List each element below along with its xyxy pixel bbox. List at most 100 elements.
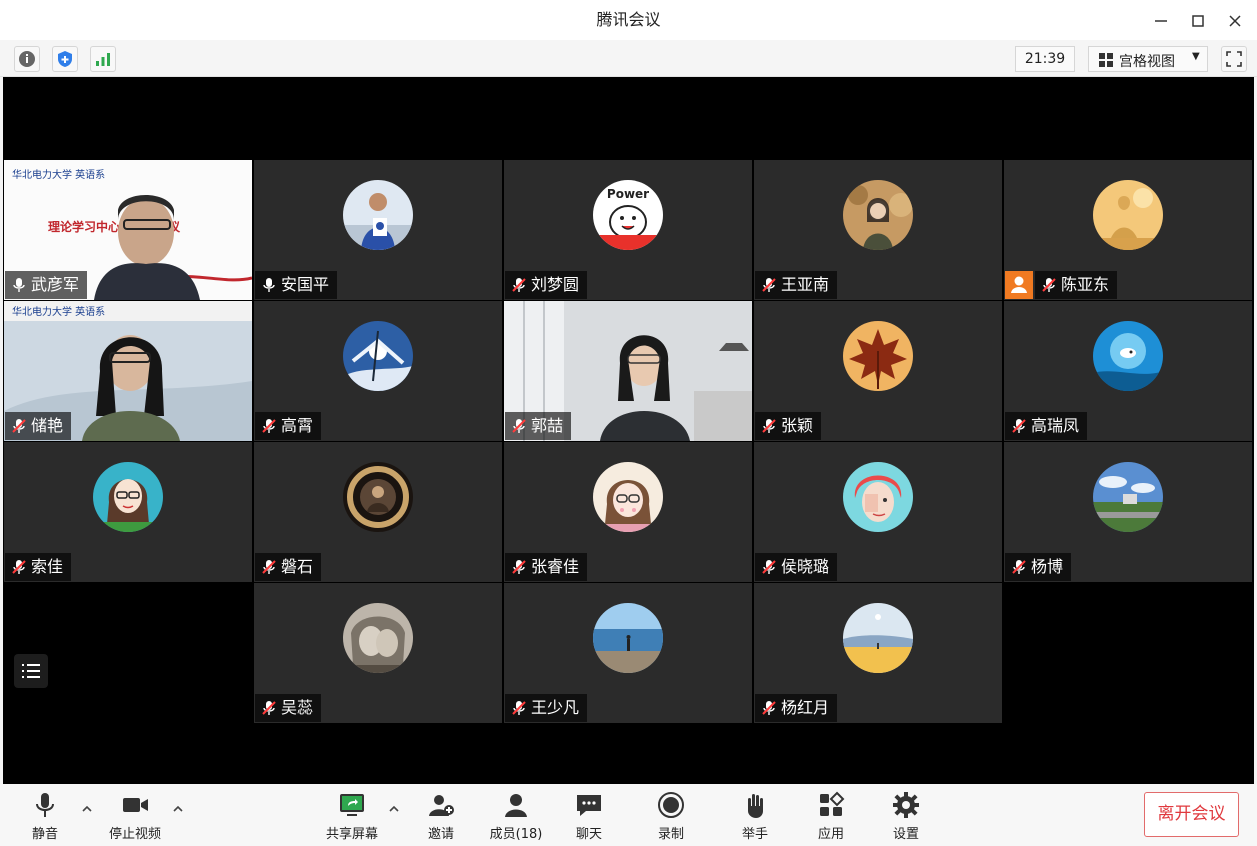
microphone-muted-icon xyxy=(512,701,526,715)
participant-name-tag: 刘梦圆 xyxy=(505,271,588,299)
silhouette-sunset-avatar xyxy=(1093,180,1163,250)
participant-name-tag: 郭喆 xyxy=(505,412,572,440)
microphone-icon xyxy=(36,793,54,817)
info-icon[interactable] xyxy=(14,46,40,72)
microphone-muted-icon xyxy=(762,560,776,574)
apps-grid-icon xyxy=(820,791,845,816)
view-mode-label: 宫格视图 xyxy=(1119,54,1175,70)
add-person-icon xyxy=(429,795,454,816)
landscape-avatar xyxy=(1093,462,1163,532)
fish-bowl-avatar xyxy=(1093,321,1163,391)
video-camera-icon xyxy=(123,798,148,812)
participant-tile-wurui[interactable]: 吴蕊 xyxy=(254,583,502,723)
participant-name-tag: 吴蕊 xyxy=(255,694,322,722)
participant-name-tag: 王亚南 xyxy=(755,271,838,299)
desert-moon-avatar xyxy=(843,603,913,673)
participant-tile-panshi[interactable]: 磐石 xyxy=(254,442,502,582)
participant-tile-yanghongyue[interactable]: 杨红月 xyxy=(754,583,1002,723)
microphone-muted-icon xyxy=(1012,560,1026,574)
participant-name-tag: 安国平 xyxy=(255,271,338,299)
minimize-icon[interactable] xyxy=(1150,10,1172,32)
participant-list-icon[interactable] xyxy=(14,654,48,688)
beach-person-avatar xyxy=(593,603,663,673)
participant-tile-liumengyuan[interactable]: Power 刘梦圆 xyxy=(504,160,752,300)
svg-text:华北电力大学 英语系: 华北电力大学 英语系 xyxy=(12,305,105,318)
snowy-tree-avatar xyxy=(343,321,413,391)
participant-tile-chuyan[interactable]: 华北电力大学 英语系 储艳 xyxy=(4,301,252,441)
participant-tile-wangshaofan[interactable]: 王少凡 xyxy=(504,583,752,723)
microphone-muted-icon xyxy=(12,419,26,433)
chat-icon xyxy=(577,795,601,816)
participant-name-tag: 储艳 xyxy=(5,412,72,440)
microphone-muted-icon xyxy=(512,560,526,574)
participant-name-tag: 索佳 xyxy=(5,553,72,581)
host-badge-icon xyxy=(1005,271,1033,299)
maximize-icon[interactable] xyxy=(1187,10,1209,32)
meeting-clock: 21:39 xyxy=(1015,46,1075,72)
participant-name-tag: 张颖 xyxy=(755,412,822,440)
meeting-info-bar: 21:39 宫格视图 ▼ xyxy=(0,40,1257,77)
raise-hand-button[interactable]: 举手 xyxy=(732,790,778,842)
fullscreen-icon[interactable] xyxy=(1221,46,1247,72)
beer-logo-avatar xyxy=(343,462,413,532)
microphone-icon xyxy=(13,278,25,292)
record-icon xyxy=(658,792,684,818)
video-options-chevron-icon[interactable] xyxy=(171,802,185,816)
video-grid: 华北电力大学 英语系 理论学习中心组学习会议 武彦军 安国平 Power 刘梦圆… xyxy=(3,77,1254,784)
microphone-icon xyxy=(263,278,275,292)
sketch-portrait-avatar xyxy=(343,603,413,673)
participant-name-tag: 武彦军 xyxy=(5,271,88,299)
participant-tile-anguoping[interactable]: 安国平 xyxy=(254,160,502,300)
participant-name-tag: 张睿佳 xyxy=(505,553,588,581)
participant-name-tag: 杨博 xyxy=(1005,553,1072,581)
microphone-muted-icon xyxy=(762,701,776,715)
share-options-chevron-icon[interactable] xyxy=(387,802,401,816)
signal-icon[interactable] xyxy=(90,46,116,72)
participant-tile-guozhe[interactable]: 郭喆 xyxy=(504,301,752,441)
participant-tile-chenyadong[interactable]: 陈亚东 xyxy=(1004,160,1252,300)
record-button[interactable]: 录制 xyxy=(648,790,694,842)
microphone-muted-icon xyxy=(762,278,776,292)
participant-tile-suojia[interactable]: 索佳 xyxy=(4,442,252,582)
apps-button[interactable]: 应用 xyxy=(808,790,854,842)
participant-name-tag: 侯晓璐 xyxy=(755,553,838,581)
chat-button[interactable]: 聊天 xyxy=(566,790,612,842)
gear-icon xyxy=(893,792,919,818)
participant-tile-gaoxiao[interactable]: 高霄 xyxy=(254,301,502,441)
microphone-muted-icon xyxy=(512,278,526,292)
microphone-muted-icon xyxy=(762,419,776,433)
microphone-muted-icon xyxy=(512,419,526,433)
participant-name-tag: 磐石 xyxy=(255,553,322,581)
participant-tile-zhangruijia[interactable]: 张睿佳 xyxy=(504,442,752,582)
share-screen-button[interactable]: 共享屏幕 xyxy=(322,790,382,842)
chevron-down-icon: ▼ xyxy=(1192,51,1200,62)
members-button[interactable]: 成员(18) xyxy=(484,790,548,842)
participant-tile-wuyanjun[interactable]: 华北电力大学 英语系 理论学习中心组学习会议 武彦军 xyxy=(4,160,252,300)
stop-video-button[interactable]: 停止视频 xyxy=(104,790,166,842)
close-icon[interactable] xyxy=(1224,10,1246,32)
grid-view-icon xyxy=(1099,53,1113,67)
settings-button[interactable]: 设置 xyxy=(883,790,929,842)
svg-text:Power: Power xyxy=(607,187,649,201)
audio-options-chevron-icon[interactable] xyxy=(80,802,94,816)
participant-tile-yangbo[interactable]: 杨博 xyxy=(1004,442,1252,582)
microphone-muted-icon xyxy=(1012,419,1026,433)
invite-button[interactable]: 邀请 xyxy=(418,790,464,842)
participant-tile-zhangying[interactable]: 张颖 xyxy=(754,301,1002,441)
participant-tile-wangyanan[interactable]: 王亚南 xyxy=(754,160,1002,300)
person-medal-avatar xyxy=(343,180,413,250)
security-shield-icon[interactable] xyxy=(52,46,78,72)
leave-meeting-button[interactable]: 离开会议 xyxy=(1144,792,1239,837)
cartoon-woman-glasses-avatar xyxy=(93,462,163,532)
maple-leaf-avatar xyxy=(843,321,913,391)
power-cartoon-avatar: Power xyxy=(593,180,663,250)
members-icon xyxy=(505,794,527,817)
meeting-toolbar: 静音 停止视频 共享屏幕 邀请 成员(18) 聊天 录制 举手 应用 设置 xyxy=(0,784,1257,846)
participant-tile-houxiaolu[interactable]: 侯晓璐 xyxy=(754,442,1002,582)
microphone-muted-icon xyxy=(262,419,276,433)
view-mode-select[interactable]: 宫格视图 ▼ xyxy=(1088,46,1208,72)
mute-button[interactable]: 静音 xyxy=(20,790,70,842)
microphone-muted-icon xyxy=(1042,278,1056,292)
title-bar: 腾讯会议 xyxy=(0,0,1257,40)
participant-tile-gaoruifeng[interactable]: 高瑞凤 xyxy=(1004,301,1252,441)
